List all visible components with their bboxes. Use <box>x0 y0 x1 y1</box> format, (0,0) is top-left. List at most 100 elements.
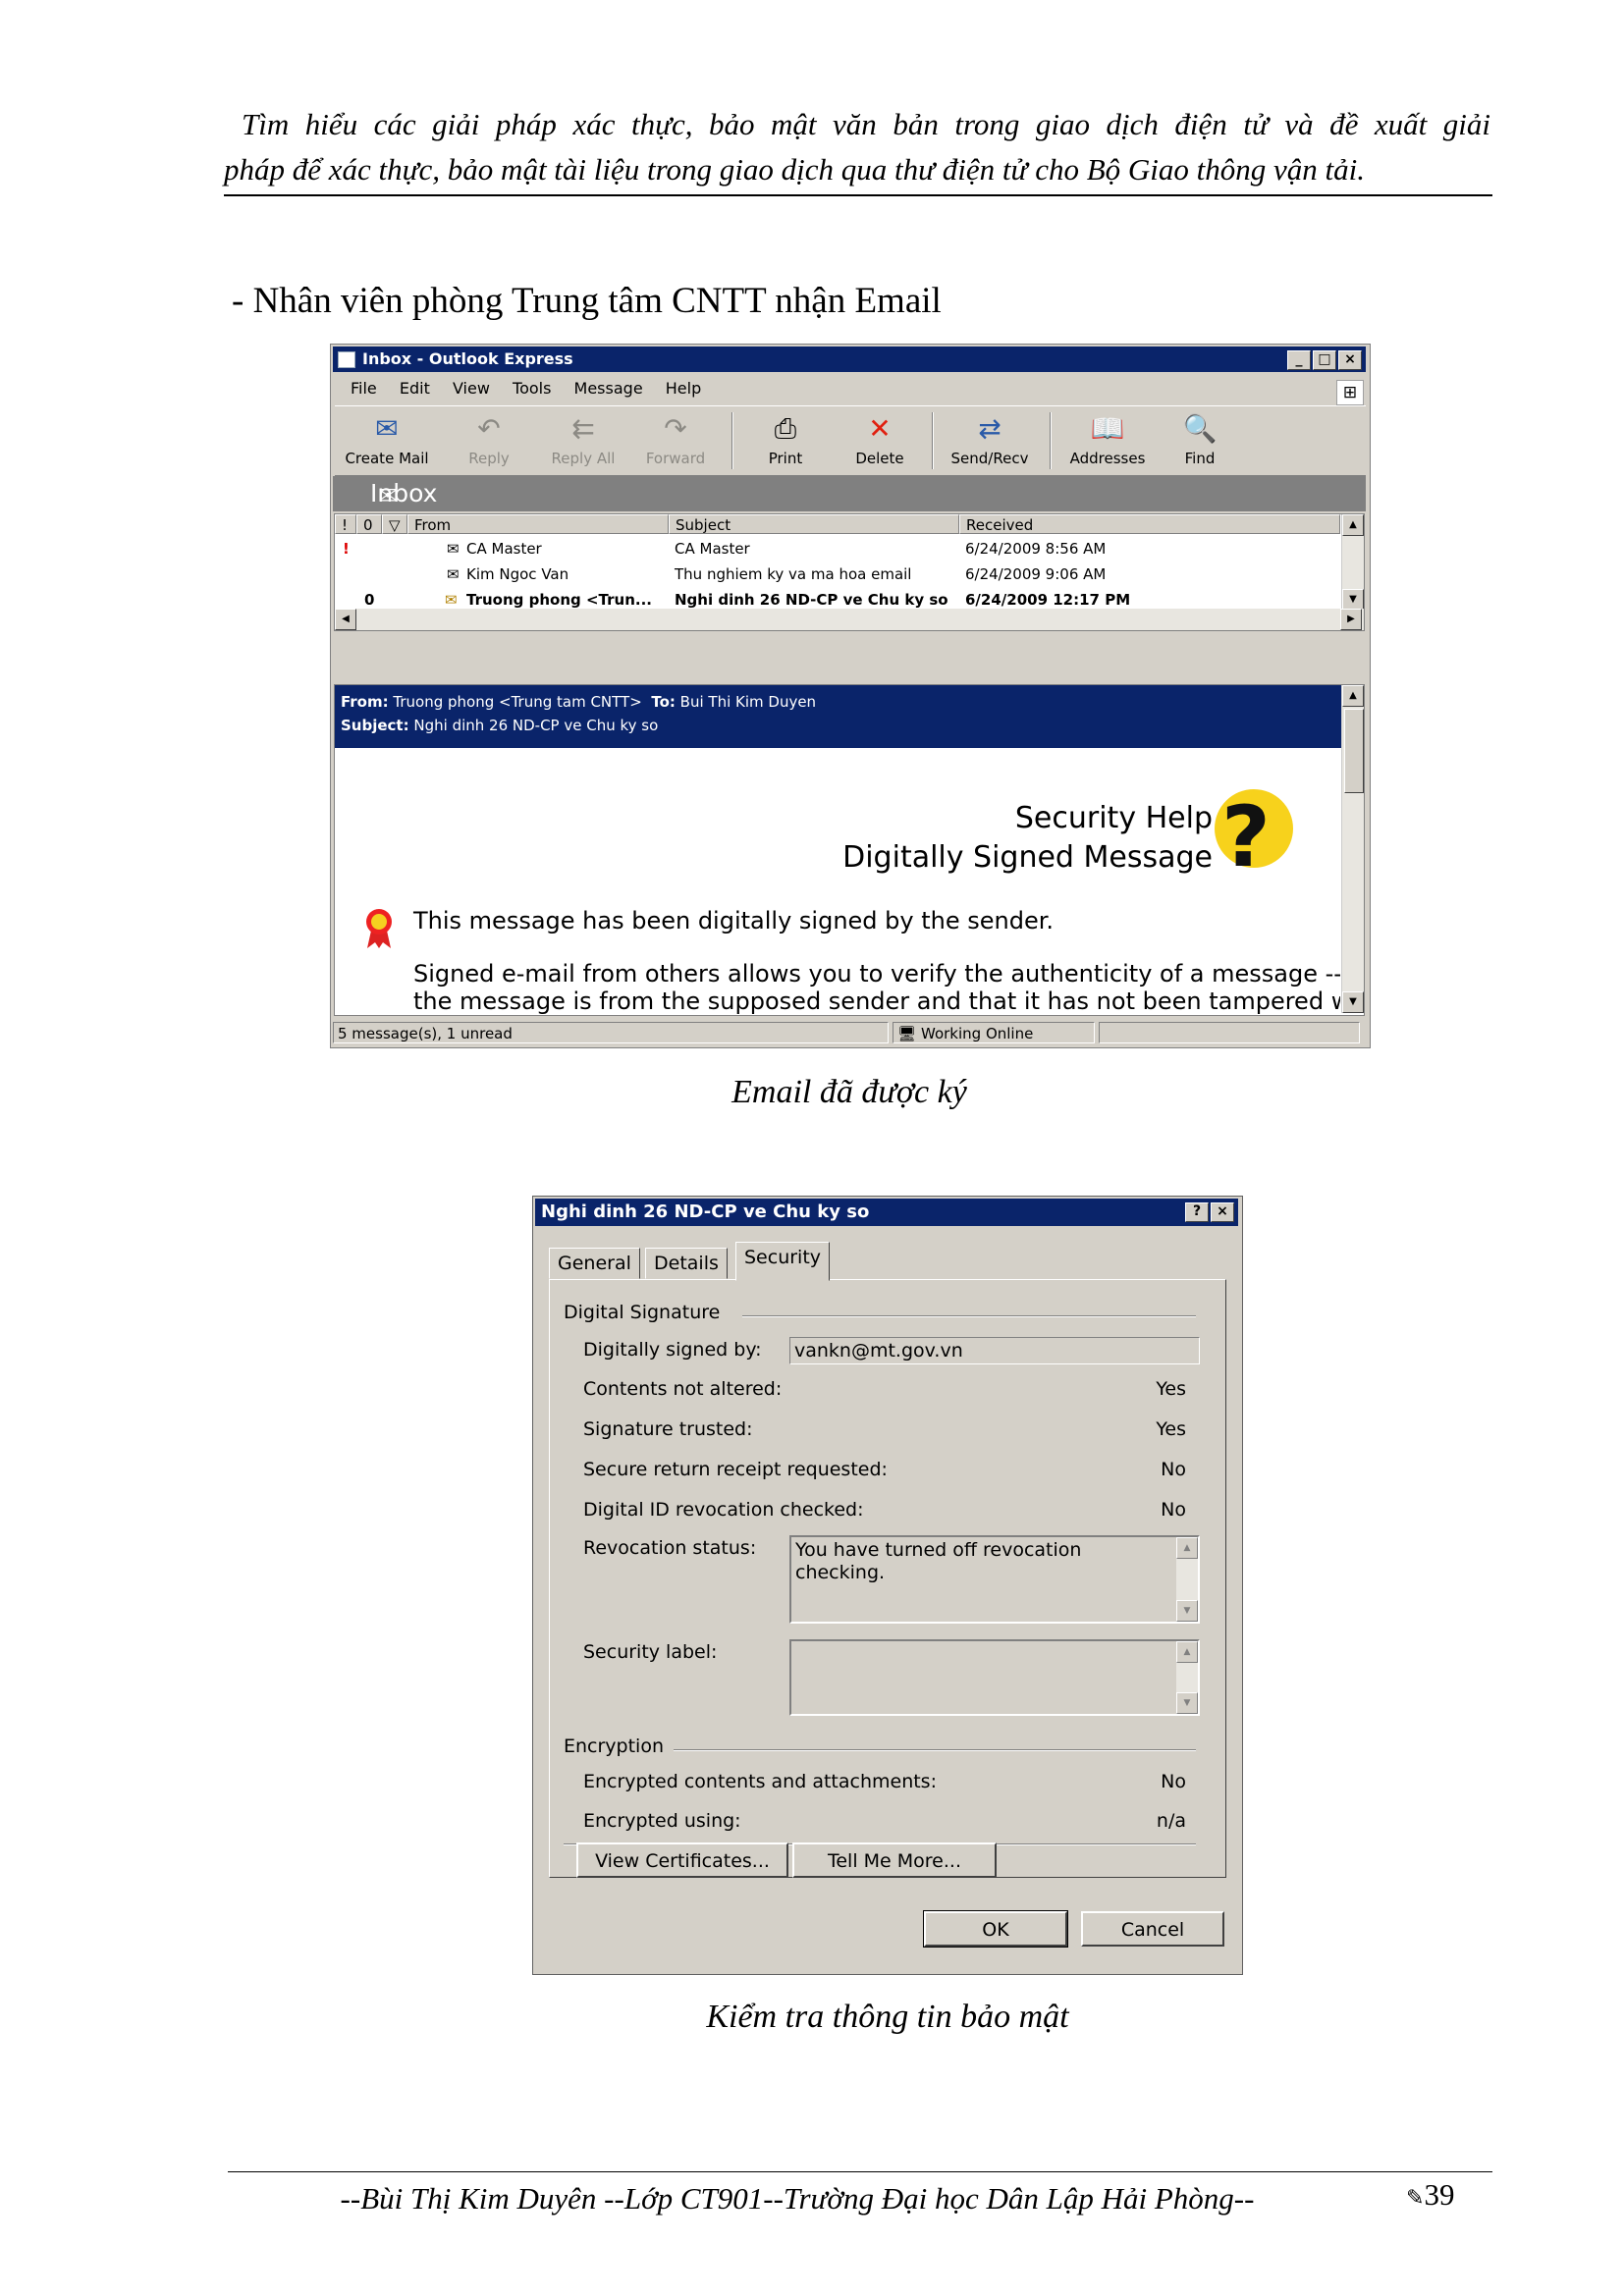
forward-button[interactable]: ↷ Forward <box>631 410 720 467</box>
signed-explanation: Signed e-mail from others allows you to … <box>413 960 1340 1015</box>
send-recv-button[interactable]: ⇄ Send/Recv <box>946 410 1034 467</box>
view-certificates-button[interactable]: View Certificates... <box>576 1842 788 1878</box>
signed-by-label: Digitally signed by: <box>583 1339 762 1361</box>
reply-all-button[interactable]: ⇇ Reply All <box>539 410 627 467</box>
tab-security[interactable]: Security <box>735 1242 831 1281</box>
scroll-right-icon[interactable]: ▶ <box>1340 609 1362 630</box>
create-mail-button[interactable]: ✉ Create Mail <box>343 410 431 467</box>
preview-pane: From: Truong phong <Trung tam CNTT> To: … <box>334 684 1365 1016</box>
addresses-button[interactable]: 📖 Addresses <box>1063 410 1152 467</box>
scroll-down-icon[interactable]: ▼ <box>1176 1600 1198 1622</box>
scroll-up-icon[interactable]: ▲ <box>1342 685 1364 707</box>
scroll-thumb[interactable] <box>1344 709 1364 793</box>
revocation-scrollbar[interactable]: ▲ ▼ <box>1176 1537 1198 1622</box>
scroll-down-icon[interactable]: ▼ <box>1342 589 1364 611</box>
scroll-up-icon[interactable]: ▲ <box>1342 514 1364 536</box>
received-cell: 6/24/2009 8:56 AM <box>965 540 1107 558</box>
preview-body: Security Help Digitally Signed Message ?… <box>335 750 1340 1015</box>
header-rule <box>224 194 1492 196</box>
scroll-up-icon[interactable]: ▲ <box>1176 1641 1198 1663</box>
svg-text:?: ? <box>1221 788 1271 876</box>
menu-help[interactable]: Help <box>666 379 701 398</box>
list-horizontal-scrollbar[interactable]: ◀ ▶ <box>335 609 1364 630</box>
col-attachment[interactable]: 0 <box>356 514 382 534</box>
scroll-left-icon[interactable]: ◀ <box>335 609 356 630</box>
delete-button[interactable]: ✕ Delete <box>836 410 924 467</box>
preview-from: Truong phong <Trung tam CNTT> <box>393 693 642 711</box>
col-flag[interactable]: ▽ <box>382 514 407 534</box>
properties-dialog: Nghi dinh 26 ND-CP ve Chu ky so ? × Gene… <box>532 1196 1243 1975</box>
help-button[interactable]: ? <box>1185 1202 1209 1222</box>
list-vertical-scrollbar[interactable]: ▲ ▼ <box>1341 514 1364 611</box>
windows-logo-icon: ⊞ <box>1336 380 1364 405</box>
reply-button[interactable]: ↶ Reply <box>445 410 533 467</box>
revocation-status-box[interactable]: You have turned off revocation checking.… <box>789 1535 1200 1624</box>
security-help-title: Security Help Digitally Signed Message <box>842 801 1213 875</box>
subject-cell: CA Master <box>675 540 750 558</box>
detail-value: No <box>1161 1459 1186 1480</box>
scroll-up-icon[interactable]: ▲ <box>1176 1537 1198 1559</box>
tell-me-more-button[interactable]: Tell Me More... <box>792 1842 997 1878</box>
status-bar: 5 message(s), 1 unread 🖥 Working Online <box>333 1020 1366 1045</box>
menu-view[interactable]: View <box>453 379 490 398</box>
toolbar-separator <box>731 412 733 469</box>
revocation-text: You have turned off revocation checking. <box>795 1539 1082 1583</box>
outlook-window: Inbox - Outlook Express _ □ × File Edit … <box>330 344 1371 1048</box>
close-button[interactable]: × <box>1211 1202 1234 1222</box>
detail-label: Contents not altered: <box>583 1378 783 1400</box>
inbox-folder-icon: ✉ <box>378 482 399 509</box>
table-row[interactable]: ! ✉ CA Master CA Master 6/24/2009 8:56 A… <box>335 536 1340 561</box>
table-row[interactable]: ✉ Kim Ngoc Van Thu nghiem ky va ma hoa e… <box>335 561 1340 587</box>
computer-icon: 🖥 <box>897 1025 917 1042</box>
menu-message[interactable]: Message <box>574 379 643 398</box>
outlook-title-bar: Inbox - Outlook Express _ □ × <box>333 347 1366 372</box>
maximize-button[interactable]: □ <box>1313 350 1336 370</box>
col-from[interactable]: From <box>407 514 669 534</box>
intro-text: - Nhân viên phòng Trung tâm CNTT nhận Em… <box>232 281 942 321</box>
dialog-title: Nghi dinh 26 ND-CP ve Chu ky so <box>541 1201 870 1222</box>
detail-label: Digital ID revocation checked: <box>583 1499 864 1521</box>
status-online: 🖥 Working Online <box>893 1022 1095 1043</box>
minimize-button[interactable]: _ <box>1287 350 1311 370</box>
addresses-icon: 📖 <box>1090 412 1125 445</box>
scroll-down-icon[interactable]: ▼ <box>1342 991 1364 1013</box>
from-label: From: <box>341 693 389 711</box>
received-cell: 6/24/2009 9:06 AM <box>965 565 1107 583</box>
ok-button[interactable]: OK <box>923 1910 1068 1948</box>
group-divider <box>674 1749 1196 1751</box>
signed-by-field[interactable]: vankn@mt.gov.vn <box>789 1337 1200 1364</box>
forward-icon: ↷ <box>664 412 687 445</box>
encryption-value: No <box>1161 1771 1186 1792</box>
col-subject[interactable]: Subject <box>669 514 959 534</box>
encryption-group: Encryption <box>564 1735 665 1757</box>
toolbar-separator <box>932 412 934 469</box>
reply-all-icon: ⇇ <box>571 412 595 445</box>
revocation-label: Revocation status: <box>583 1537 757 1559</box>
preview-to: Bui Thi Kim Duyen <box>679 693 817 711</box>
header-line-2: pháp để xác thực, bảo mật tài liệu trong… <box>224 152 1365 187</box>
cancel-button[interactable]: Cancel <box>1081 1911 1224 1947</box>
menu-file[interactable]: File <box>351 379 377 398</box>
print-button[interactable]: ⎙ Print <box>741 410 830 467</box>
preview-vertical-scrollbar[interactable]: ▲ ▼ <box>1341 685 1364 1013</box>
find-icon: 🔍 <box>1182 412 1218 445</box>
scroll-down-icon[interactable]: ▼ <box>1176 1692 1198 1714</box>
close-button[interactable]: × <box>1338 350 1362 370</box>
find-button[interactable]: 🔍 Find <box>1156 410 1244 467</box>
security-label-scrollbar[interactable]: ▲ ▼ <box>1176 1641 1198 1714</box>
detail-label: Secure return receipt requested: <box>583 1459 888 1480</box>
envelope-icon: ✉ <box>447 540 460 558</box>
preview-header: From: Truong phong <Trung tam CNTT> To: … <box>335 685 1364 748</box>
tab-general[interactable]: General <box>549 1248 640 1279</box>
security-label-box[interactable]: ▲ ▼ <box>789 1639 1200 1716</box>
menu-edit[interactable]: Edit <box>400 379 430 398</box>
window-controls: _ □ × <box>1287 350 1362 370</box>
signed-notice: This message has been digitally signed b… <box>413 907 1055 934</box>
list-column-header: ! 0 ▽ From Subject Received <box>335 514 1340 536</box>
menu-tools[interactable]: Tools <box>513 379 551 398</box>
outlook-app-icon <box>338 351 355 368</box>
header-line-1: Tìm hiểu các giải pháp xác thực, bảo mật… <box>242 107 1490 141</box>
col-priority[interactable]: ! <box>335 514 356 534</box>
col-received[interactable]: Received <box>959 514 1340 534</box>
tab-details[interactable]: Details <box>645 1248 728 1279</box>
